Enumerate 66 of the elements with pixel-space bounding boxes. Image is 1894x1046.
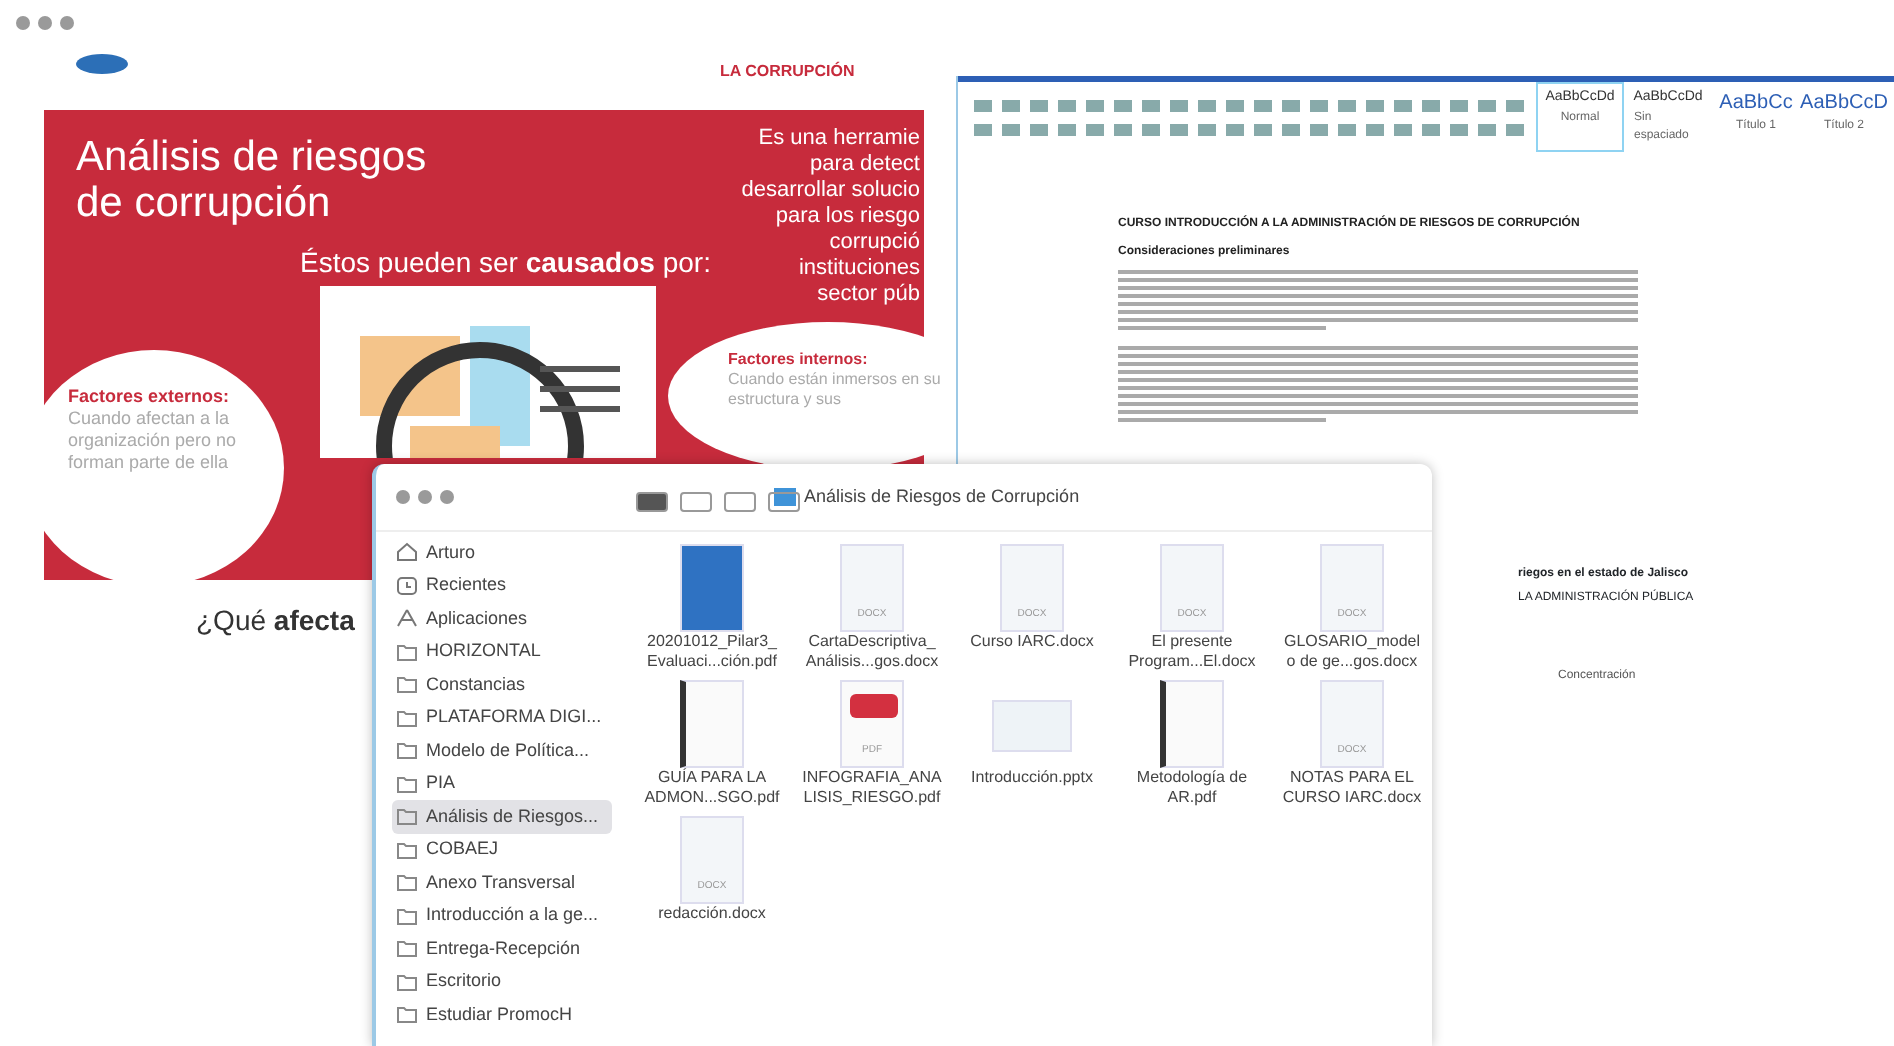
folder-icon [396,905,418,926]
document-icon [680,544,744,632]
sidebar-item[interactable]: HORIZONTAL [392,635,612,668]
bubble-text: Cuando están inmersos en su estructura y sus [728,370,943,410]
folder-icon [396,740,418,761]
sidebar-item[interactable]: PLATAFORMA DIGI... [392,701,612,734]
sidebar-item[interactable]: Modelo de Política... [392,734,612,767]
document-icon [680,680,744,768]
sidebar-item[interactable]: Recientes [392,569,612,602]
folder-icon [396,872,418,893]
section-heading: ¿Qué afecta [196,602,355,640]
file-name: NOTAS PARA EL CURSO IARC.docx [1282,768,1422,808]
icon-view-button[interactable] [636,492,668,512]
file-name: 20201012_Pilar3_ Evaluaci...ción.pdf [647,632,777,672]
sidebar-item[interactable]: Escritorio [392,965,612,998]
slide-icon [992,700,1072,752]
folder-icon [396,971,418,992]
sidebar-item[interactable]: PIA [392,767,612,800]
file-name: El presente Program...El.docx [1128,632,1256,672]
file-item[interactable]: 20201012_Pilar3_ Evaluaci...ción.pdf [632,544,792,672]
list-view-button[interactable] [680,492,712,512]
document-icon [1160,680,1224,768]
file-name: GLOSARIO_model o de ge...gos.docx [1283,632,1421,672]
file-name: Curso IARC.docx [970,632,1094,652]
bubble-heading: Factores externos: [68,386,232,408]
header-brand: LA CORRUPCIÓN [720,60,855,84]
sidebar-item[interactable]: COBAEJ [392,833,612,866]
formatting-toolbar-icon[interactable] [974,99,1524,135]
file-name: CartaDescriptiva_ Análisis...gos.docx [805,632,939,672]
window-title: Análisis de Riesgos de Corrupción [804,483,1080,510]
column-view-button[interactable] [724,492,756,512]
file-name: INFOGRAFIA_ANA LISIS_RIESGO.pdf [802,768,942,808]
slide-side-text: Es una herramie para detect desarrollar solucio para los riesgo corrupció instituciones sector púb [741,126,920,308]
sidebar-item[interactable]: Constancias [392,668,612,701]
folder-icon [396,773,418,794]
house-icon [396,542,418,563]
bubble-text: Cuando afectan a la organización pero no forman parte de ella [68,408,239,474]
window-controls[interactable] [396,490,454,504]
file-name: Introducción.pptx [971,768,1093,788]
folder-icon [396,674,418,695]
file-name: GUÍA PARA LA ADMON...SGO.pdf [644,768,780,808]
slide-title: Análisis de riesgos de corrupción [76,134,427,226]
folder-icon [396,839,418,860]
folder-icon [396,938,418,959]
folder-icon [396,806,418,827]
sidebar-item[interactable]: Arturo [392,536,612,569]
gallery-view-button[interactable] [768,492,800,512]
brand-logo-icon [76,54,128,74]
sidebar-item[interactable]: Entrega-Recepción [392,932,612,965]
file-item[interactable]: GUÍA PARA LA ADMON...SGO.pdf [632,680,792,808]
sidebar-item[interactable]: Estudiar PromocH [392,998,612,1031]
clock-icon [396,575,418,596]
folder-icon [396,1004,418,1025]
bubble-heading: Factores internos: [728,350,870,370]
sidebar-item[interactable]: Análisis de Riesgos... [392,800,612,833]
file-name: Metodología de AR.pdf [1136,768,1248,808]
folder-icon [396,707,418,728]
folder-icon [396,641,418,662]
file-item[interactable]: Metodología de AR.pdf [1112,680,1272,808]
sidebar-item[interactable]: Aplicaciones [392,602,612,635]
apps-icon [396,608,418,629]
sidebar-item[interactable]: Anexo Transversal [392,866,612,899]
file-name: redacción.docx [658,904,766,924]
sidebar-item[interactable]: Introducción a la ge... [392,899,612,932]
file-item[interactable]: Introducción.pptx [952,680,1112,808]
slide-subtitle: Éstos pueden ser causados por: [300,244,711,282]
